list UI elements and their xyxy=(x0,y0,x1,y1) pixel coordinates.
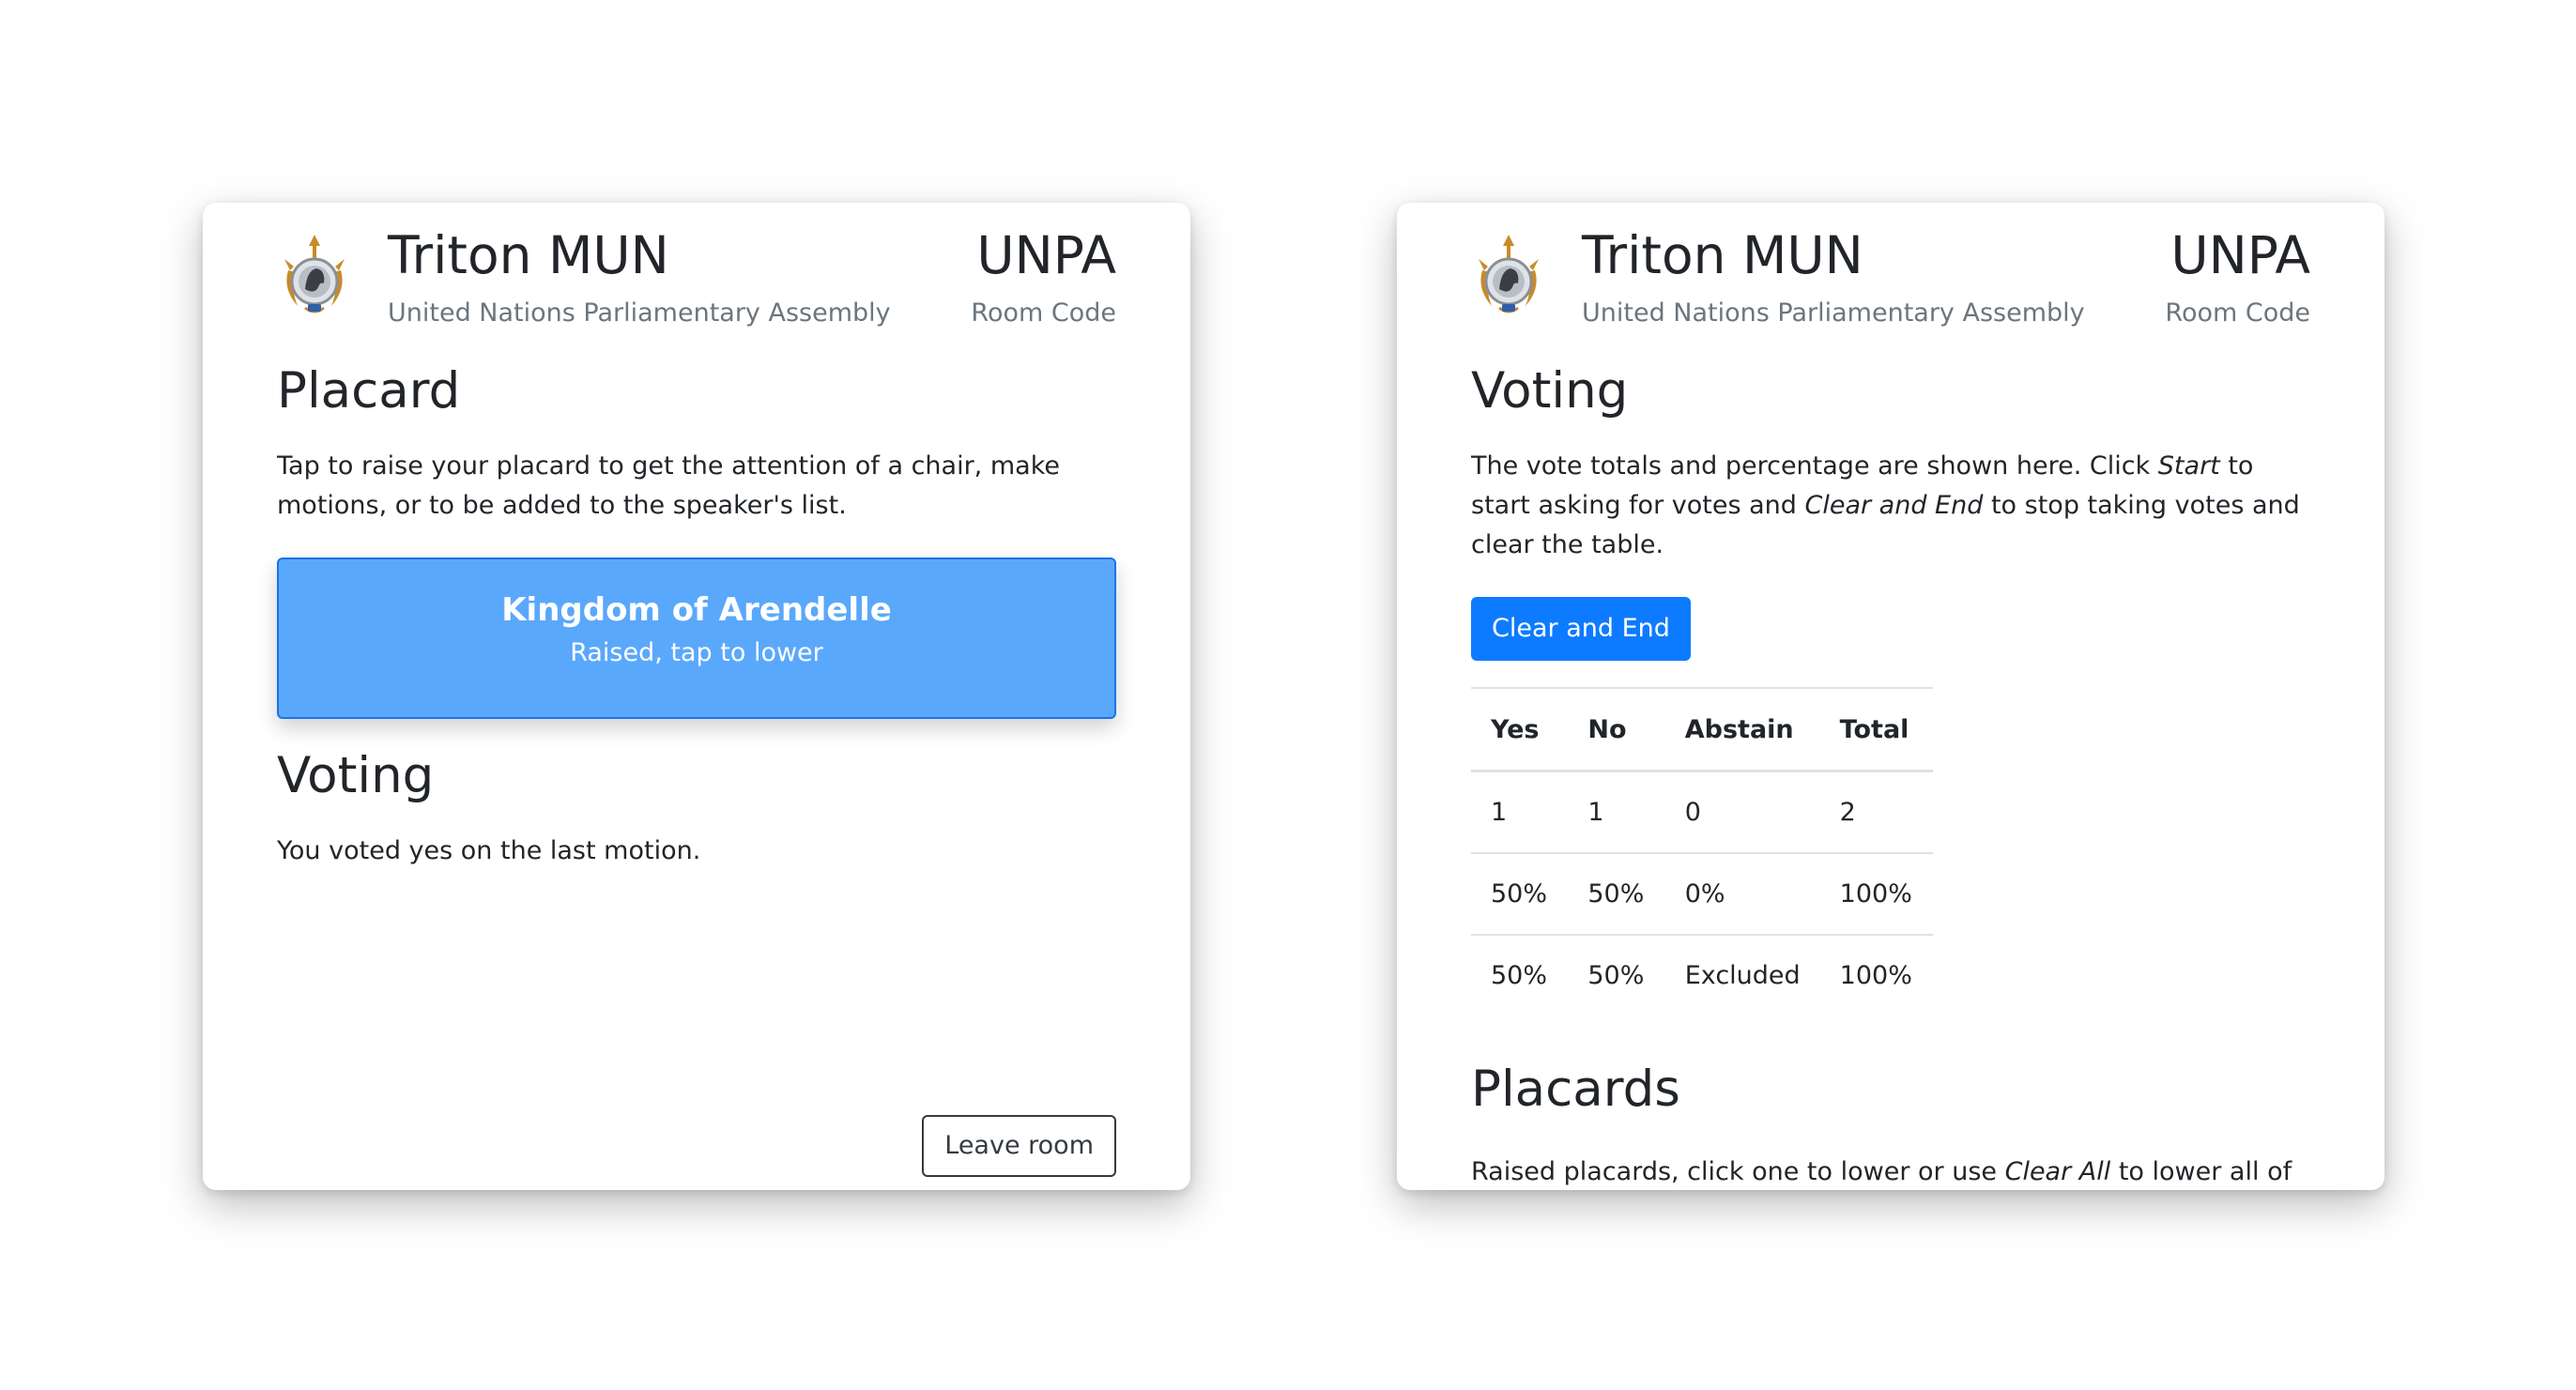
chair-card: Triton MUN United Nations Parliamentary … xyxy=(1397,203,2384,1190)
text-segment: Raised placards, click one to lower or u… xyxy=(1471,1157,2005,1186)
triton-mun-logo-icon xyxy=(1479,235,1539,313)
table-cell: 2 xyxy=(1819,771,1934,854)
table-cell: 0% xyxy=(1664,853,1820,936)
app-title: Triton MUN xyxy=(1582,225,1863,285)
vote-table: Yes No Abstain Total 1 1 0 2 50% 50% 0% … xyxy=(1471,687,1934,1016)
card-header: Triton MUN United Nations Parliamentary … xyxy=(277,203,1116,344)
table-row: 50% 50% Excluded 100% xyxy=(1471,935,1933,1016)
clear-and-end-term: Clear and End xyxy=(1804,491,1984,520)
table-cell: 50% xyxy=(1491,961,1548,990)
app-title: Triton MUN xyxy=(388,225,669,285)
column-header: No xyxy=(1568,687,1665,772)
table-header-row: Yes No Abstain Total xyxy=(1471,687,1934,772)
placards-description: Raised placards, click one to lower or u… xyxy=(1471,1153,2310,1190)
card-header: Triton MUN United Nations Parliamentary … xyxy=(1471,203,2310,344)
clear-and-end-button[interactable]: Clear and End xyxy=(1471,597,1691,661)
voting-status: You voted yes on the last motion. xyxy=(277,836,701,865)
voting-description: The vote totals and percentage are shown… xyxy=(1471,447,2310,565)
placard-heading: Placard xyxy=(277,362,461,420)
column-header: Yes xyxy=(1471,687,1569,772)
column-header: Total xyxy=(1819,687,1934,772)
placard-status: Raised, tap to lower xyxy=(570,638,823,667)
table-cell: 1 xyxy=(1568,771,1665,854)
placard-toggle-button[interactable]: Kingdom of Arendelle Raised, tap to lowe… xyxy=(277,558,1116,719)
voting-heading: Voting xyxy=(1471,362,1629,420)
table-cell: 1 xyxy=(1471,771,1569,854)
app-subtitle: United Nations Parliamentary Assembly xyxy=(1582,298,2085,328)
start-term: Start xyxy=(2157,451,2220,481)
placards-heading: Placards xyxy=(1471,1061,1680,1118)
table-cell: 50% xyxy=(1587,961,1645,990)
room-code-label: Room Code xyxy=(971,298,1116,328)
app-subtitle: United Nations Parliamentary Assembly xyxy=(388,298,891,328)
table-cell: 50% xyxy=(1471,853,1569,936)
text-segment: The vote totals and percentage are shown… xyxy=(1471,451,2158,481)
table-row: 50% 50% 0% 100% xyxy=(1471,853,1934,936)
table-cell: 100% xyxy=(1839,961,1912,990)
placard-country: Kingdom of Arendelle xyxy=(501,591,892,629)
room-code-label: Room Code xyxy=(2165,298,2310,328)
table-cell: 0 xyxy=(1664,771,1820,854)
table-cell: Excluded xyxy=(1684,961,1801,990)
table-cell: 100% xyxy=(1819,853,1934,936)
room-code: UNPA xyxy=(2170,225,2310,285)
clear-all-term: Clear All xyxy=(2004,1157,2111,1186)
leave-room-button[interactable]: Leave room xyxy=(922,1115,1116,1177)
table-cell: 50% xyxy=(1568,853,1665,936)
column-header: Abstain xyxy=(1664,687,1820,772)
voting-heading: Voting xyxy=(277,747,435,804)
table-row: 1 1 0 2 xyxy=(1471,771,1934,854)
room-code: UNPA xyxy=(976,225,1116,285)
triton-mun-logo-icon xyxy=(284,235,345,313)
placard-description: Tap to raise your placard to get the att… xyxy=(277,451,1060,520)
participant-card: Triton MUN United Nations Parliamentary … xyxy=(203,203,1190,1190)
